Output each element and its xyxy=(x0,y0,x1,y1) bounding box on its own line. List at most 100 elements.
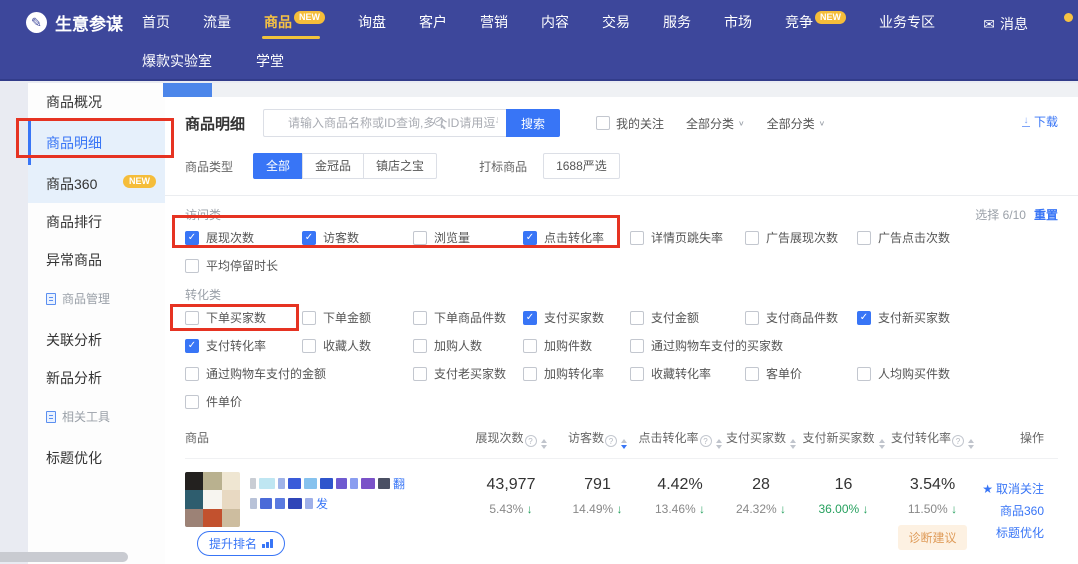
category-dropdown-1[interactable]: 全部分类 ∨ xyxy=(686,115,745,132)
nav-item-业务专区[interactable]: 业务专区 xyxy=(879,12,935,32)
active-tab-stub[interactable] xyxy=(163,83,212,97)
checkbox-checked[interactable]: ✓ xyxy=(857,311,871,325)
sidebar-item-关联分析[interactable]: 关联分析 xyxy=(28,321,165,359)
sidebar-item-商品管理[interactable]: 商品管理 xyxy=(28,283,165,315)
brand[interactable]: ✎ 生意参谋 xyxy=(26,10,142,35)
checkbox-checked[interactable]: ✓ xyxy=(185,339,199,353)
info-icon[interactable]: ? xyxy=(605,435,617,447)
reset-button[interactable]: 重置 xyxy=(1034,208,1058,222)
checkbox-unchecked[interactable] xyxy=(857,367,871,381)
column-header-点击转化率[interactable]: 点击转化率? xyxy=(638,429,722,449)
sort-desc-icon[interactable] xyxy=(968,445,974,449)
checkbox-unchecked[interactable] xyxy=(745,231,759,245)
sort-desc-icon[interactable] xyxy=(716,445,722,449)
category-dropdown-2[interactable]: 全部分类 ∨ xyxy=(767,115,826,132)
sort-asc-icon[interactable] xyxy=(716,439,722,443)
checkbox-unchecked[interactable] xyxy=(302,311,316,325)
metric-checkbox-广告展现次数[interactable]: 广告展现次数 xyxy=(745,229,857,246)
metric-checkbox-下单金额[interactable]: 下单金额 xyxy=(302,309,413,326)
horizontal-scrollbar[interactable] xyxy=(0,552,128,562)
checkbox-unchecked[interactable] xyxy=(413,311,427,325)
nav-subitem-学堂[interactable]: 学堂 xyxy=(256,51,284,71)
metric-checkbox-广告点击次数[interactable]: 广告点击次数 xyxy=(857,229,1058,246)
sort-arrows-icon[interactable] xyxy=(621,439,627,449)
sort-asc-icon[interactable] xyxy=(621,439,627,443)
metric-checkbox-访客数[interactable]: ✓访客数 xyxy=(302,229,413,246)
metric-checkbox-支付金额[interactable]: 支付金额 xyxy=(630,309,745,326)
metric-checkbox-客单价[interactable]: 客单价 xyxy=(745,365,857,382)
metric-checkbox-支付商品件数[interactable]: 支付商品件数 xyxy=(745,309,857,326)
sidebar-item-相关工具[interactable]: 相关工具 xyxy=(28,401,165,433)
metric-checkbox-支付老买家数[interactable]: 支付老买家数 xyxy=(413,365,523,382)
metric-checkbox-下单商品件数[interactable]: 下单商品件数 xyxy=(413,309,523,326)
checkbox-unchecked[interactable] xyxy=(413,339,427,353)
metric-checkbox-详情页跳失率[interactable]: 详情页跳失率 xyxy=(630,229,745,246)
product-thumbnail[interactable] xyxy=(185,472,240,527)
sidebar-item-新品分析[interactable]: 新品分析 xyxy=(28,359,165,397)
sort-arrows-icon[interactable] xyxy=(541,439,547,449)
metric-checkbox-平均停留时长[interactable]: 平均停留时长 xyxy=(185,257,302,274)
metric-checkbox-件单价[interactable]: 件单价 xyxy=(185,393,302,410)
metric-checkbox-点击转化率[interactable]: ✓点击转化率 xyxy=(523,229,630,246)
nav-item-内容[interactable]: 内容 xyxy=(541,12,569,32)
metric-checkbox-浏览量[interactable]: 浏览量 xyxy=(413,229,523,246)
column-header-支付转化率[interactable]: 支付转化率? xyxy=(887,429,978,449)
column-header-展现次数[interactable]: 展现次数? xyxy=(465,429,557,449)
tag-button-1688严选[interactable]: 1688严选 xyxy=(543,153,620,179)
nav-item-询盘[interactable]: 询盘 xyxy=(358,12,386,32)
checkbox-unchecked[interactable] xyxy=(413,367,427,381)
metric-checkbox-展现次数[interactable]: ✓展现次数 xyxy=(185,229,302,246)
sidebar-item-异常商品[interactable]: 异常商品 xyxy=(28,241,165,279)
checkbox-unchecked[interactable] xyxy=(857,231,871,245)
sort-desc-icon[interactable] xyxy=(790,445,796,449)
nav-item-首页[interactable]: 首页 xyxy=(142,12,170,32)
sort-arrows-icon[interactable] xyxy=(879,439,885,449)
metric-checkbox-支付买家数[interactable]: ✓支付买家数 xyxy=(523,309,630,326)
metric-checkbox-通过购物车支付的买家数[interactable]: 通过购物车支付的买家数 xyxy=(630,337,857,354)
checkbox-unchecked[interactable] xyxy=(630,367,644,381)
rank-boost-button[interactable]: 提升排名 xyxy=(197,531,285,556)
checkbox-unchecked[interactable] xyxy=(413,231,427,245)
sort-asc-icon[interactable] xyxy=(541,439,547,443)
sort-arrows-icon[interactable] xyxy=(790,439,796,449)
action-取消关注[interactable]: ★取消关注 xyxy=(978,478,1044,500)
nav-item-市场[interactable]: 市场 xyxy=(724,12,752,32)
nav-item-流量[interactable]: 流量 xyxy=(203,12,231,32)
follow-checkbox-box[interactable] xyxy=(596,116,610,130)
search-button[interactable]: 搜索 xyxy=(506,109,560,137)
download-button[interactable]: ↓ 下载 xyxy=(1022,113,1058,130)
metric-checkbox-下单买家数[interactable]: 下单买家数 xyxy=(185,309,302,326)
checkbox-unchecked[interactable] xyxy=(630,339,644,353)
column-header-支付买家数[interactable]: 支付买家数 xyxy=(722,429,800,449)
sidebar-item-商品排行[interactable]: 商品排行 xyxy=(28,203,165,241)
nav-item-服务[interactable]: 服务 xyxy=(663,12,691,32)
metric-checkbox-人均购买件数[interactable]: 人均购买件数 xyxy=(857,365,1058,382)
checkbox-unchecked[interactable] xyxy=(523,339,537,353)
metric-checkbox-收藏转化率[interactable]: 收藏转化率 xyxy=(630,365,745,382)
sort-arrows-icon[interactable] xyxy=(968,439,974,449)
action-标题优化[interactable]: 标题优化 xyxy=(978,522,1044,544)
checkbox-unchecked[interactable] xyxy=(185,311,199,325)
sort-desc-icon[interactable] xyxy=(541,445,547,449)
checkbox-unchecked[interactable] xyxy=(745,367,759,381)
checkbox-unchecked[interactable] xyxy=(745,311,759,325)
checkbox-unchecked[interactable] xyxy=(630,231,644,245)
nav-item-营销[interactable]: 营销 xyxy=(480,12,508,32)
sort-desc-icon[interactable] xyxy=(879,445,885,449)
nav-item-客户[interactable]: 客户 xyxy=(419,12,447,32)
metric-checkbox-支付转化率[interactable]: ✓支付转化率 xyxy=(185,337,302,354)
sort-asc-icon[interactable] xyxy=(790,439,796,443)
checkbox-unchecked[interactable] xyxy=(185,259,199,273)
checkbox-checked[interactable]: ✓ xyxy=(302,231,316,245)
action-商品360[interactable]: 商品360 xyxy=(978,500,1044,522)
info-icon[interactable]: ? xyxy=(525,435,537,447)
column-header-访客数[interactable]: 访客数? xyxy=(557,429,638,449)
nav-subitem-爆款实验室[interactable]: 爆款实验室 xyxy=(142,51,212,71)
checkbox-checked[interactable]: ✓ xyxy=(523,231,537,245)
column-header-支付新买家数[interactable]: 支付新买家数 xyxy=(800,429,887,449)
sidebar-item-商品360[interactable]: 商品360NEW xyxy=(28,165,165,203)
metric-checkbox-加购转化率[interactable]: 加购转化率 xyxy=(523,365,630,382)
sort-desc-icon[interactable] xyxy=(621,445,627,449)
sort-arrows-icon[interactable] xyxy=(716,439,722,449)
nav-item-竞争[interactable]: 竞争NEW xyxy=(785,12,846,32)
